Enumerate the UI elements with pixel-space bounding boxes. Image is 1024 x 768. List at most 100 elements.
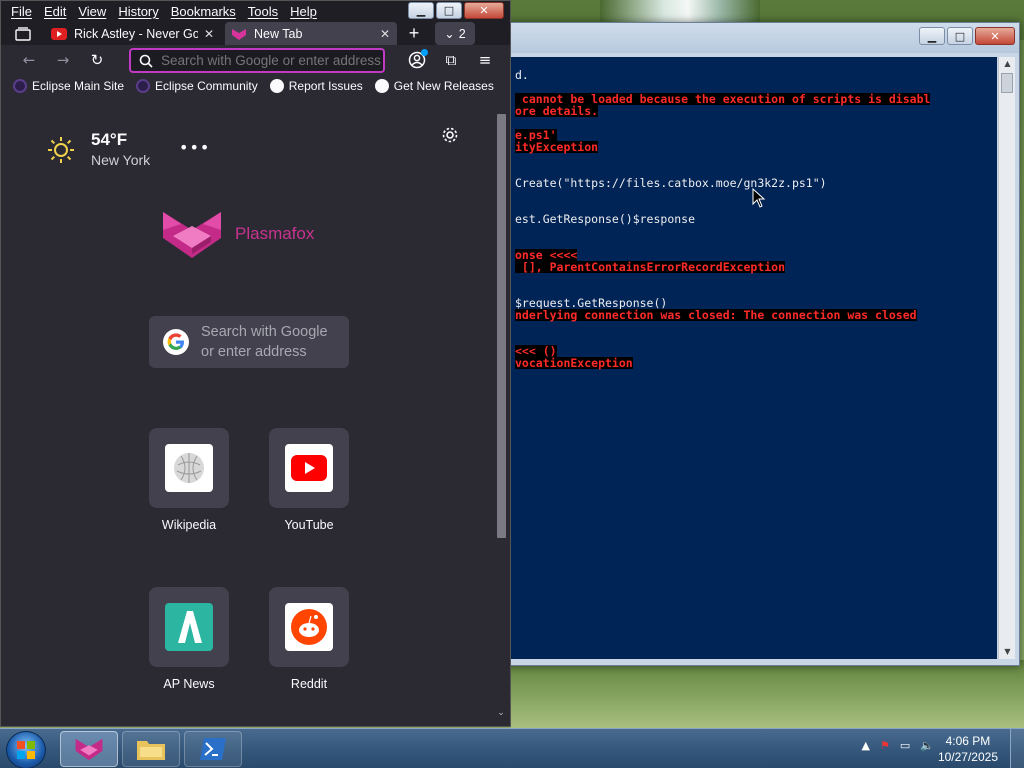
- menu-file[interactable]: File: [11, 4, 32, 19]
- console-error-line: ityException: [515, 140, 599, 154]
- page-scrollbar[interactable]: ⌄: [494, 112, 508, 718]
- new-tab-page: 54°F New York ••• Plasmafox Search with …: [1, 104, 510, 726]
- bookmark-eclipse-main-site[interactable]: Eclipse Main Site: [13, 79, 124, 93]
- wallpaper-foliage: [510, 658, 1024, 728]
- menu-bookmarks[interactable]: Bookmarks: [171, 4, 236, 19]
- browser-maximize-button[interactable]: □: [436, 2, 462, 19]
- youtube-icon: [285, 444, 333, 492]
- menu-tools[interactable]: Tools: [248, 4, 278, 19]
- mouse-cursor-icon: [752, 188, 766, 208]
- console-scrollbar[interactable]: ▲ ▼: [998, 57, 1015, 659]
- show-desktop-button[interactable]: [1010, 729, 1024, 768]
- network-icon[interactable]: ▭: [900, 739, 910, 752]
- puzzle-piece-icon: ⧉: [445, 51, 457, 69]
- tab-rick-astley[interactable]: Rick Astley - Never Gon ✕: [45, 22, 225, 45]
- app-menu-button[interactable]: ≡: [471, 48, 499, 72]
- taskbar: ▲ ⚑ ▭ 🔈 4:06 PM 10/27/2025: [0, 728, 1024, 768]
- tab-overview-icon: [15, 26, 31, 41]
- url-input[interactable]: [161, 53, 381, 68]
- reload-button[interactable]: ↻: [83, 48, 111, 72]
- powershell-console[interactable]: d. cannot be loaded because the executio…: [511, 57, 997, 659]
- bookmark-eclipse-community[interactable]: Eclipse Community: [136, 79, 258, 93]
- system-tray: ▲ ⚑ ▭ 🔈: [862, 739, 934, 752]
- search-placeholder: Search with Google or enter address: [201, 324, 328, 360]
- browser-window[interactable]: File Edit View History Bookmarks Tools H…: [0, 0, 511, 727]
- shortcut-label: Reddit: [290, 677, 328, 691]
- tab-close-icon[interactable]: ✕: [204, 27, 214, 41]
- bookmark-label: Eclipse Community: [155, 79, 258, 93]
- plasmafox-icon: [75, 738, 103, 761]
- tab-close-icon[interactable]: ✕: [380, 27, 390, 41]
- taskbar-plasmafox[interactable]: [60, 731, 118, 767]
- reload-icon: ↻: [90, 51, 104, 69]
- scroll-down-icon[interactable]: ▼: [999, 645, 1016, 659]
- url-bar[interactable]: [129, 48, 385, 73]
- notification-dot: [421, 49, 428, 56]
- tab-bar: Rick Astley - Never Gon ✕ New Tab ✕ + ⌄ …: [1, 22, 510, 45]
- scrollbar-thumb[interactable]: [497, 114, 506, 538]
- menu-history[interactable]: History: [118, 4, 158, 19]
- browser-close-button[interactable]: ✕: [464, 2, 504, 19]
- reddit-icon: [285, 603, 333, 651]
- start-button[interactable]: [6, 731, 46, 768]
- tab-overview-button[interactable]: [1, 22, 45, 45]
- bookmarks-toolbar: Eclipse Main Site Eclipse Community Repo…: [1, 75, 510, 97]
- bookmark-get-new-releases[interactable]: Get New Releases: [374, 79, 494, 93]
- scroll-down-icon[interactable]: ⌄: [494, 708, 508, 718]
- powershell-titlebar[interactable]: ▁ □ ✕: [501, 23, 1019, 53]
- tab-list-button[interactable]: ⌄ 2: [435, 22, 475, 45]
- powershell-window[interactable]: ▁ □ ✕ d. cannot be loaded because the ex…: [500, 22, 1020, 666]
- sun-icon: [48, 137, 74, 163]
- maximize-button[interactable]: □: [947, 27, 973, 45]
- show-hidden-icons-icon[interactable]: ▲: [862, 739, 870, 752]
- plasmafox-logo: Plasmafox: [161, 208, 314, 260]
- weather-temperature: 54°F: [91, 130, 128, 149]
- forward-arrow-icon: →: [56, 51, 70, 69]
- console-error-line: [], ParentContainsErrorRecordException: [515, 260, 786, 274]
- navigation-bar: ← → ↻ ⧉ ≡: [1, 45, 510, 75]
- new-tab-search-box[interactable]: Search with Google or enter address: [149, 316, 349, 368]
- scrollbar-thumb[interactable]: [1001, 73, 1013, 93]
- plasmafox-logo-icon: [163, 212, 221, 258]
- shortcut-label: AP News: [163, 677, 215, 691]
- scroll-up-icon[interactable]: ▲: [999, 57, 1016, 71]
- menu-help[interactable]: Help: [290, 4, 317, 19]
- bookmark-label: Report Issues: [288, 79, 363, 93]
- back-arrow-icon: ←: [22, 51, 36, 69]
- forward-button[interactable]: →: [49, 48, 77, 72]
- volume-muted-icon[interactable]: 🔈: [920, 739, 934, 752]
- close-button[interactable]: ✕: [975, 27, 1015, 45]
- system-clock[interactable]: 4:06 PM 10/27/2025: [938, 733, 998, 765]
- tab-count: 2: [458, 26, 466, 41]
- youtube-favicon-icon: [51, 26, 67, 42]
- menu-view[interactable]: View: [78, 4, 106, 19]
- taskbar-file-explorer[interactable]: [122, 731, 180, 767]
- menu-edit[interactable]: Edit: [44, 4, 66, 19]
- minimize-button[interactable]: ▁: [919, 27, 945, 45]
- weather-options-icon[interactable]: •••: [179, 138, 210, 157]
- shortcut-reddit[interactable]: Reddit: [269, 587, 349, 691]
- google-icon: [163, 329, 189, 355]
- action-center-flag-icon[interactable]: ⚑: [880, 739, 890, 752]
- bookmark-report-issues[interactable]: Report Issues: [269, 79, 363, 93]
- browser-minimize-button[interactable]: ▁: [408, 2, 434, 19]
- taskbar-powershell[interactable]: [184, 731, 242, 767]
- folder-icon: [137, 741, 165, 760]
- bookmark-label: Get New Releases: [393, 79, 494, 93]
- tab-label: Rick Astley - Never Gon: [74, 26, 198, 41]
- gear-icon[interactable]: [441, 126, 459, 144]
- hamburger-menu-icon: ≡: [478, 51, 492, 69]
- extensions-button[interactable]: ⧉: [437, 48, 465, 72]
- shortcut-youtube[interactable]: YouTube: [269, 428, 349, 532]
- console-error-line: ore details.: [515, 104, 599, 118]
- tab-new-tab[interactable]: New Tab ✕: [225, 22, 397, 45]
- powershell-icon: [200, 738, 226, 760]
- shortcut-wikipedia[interactable]: Wikipedia: [149, 428, 229, 532]
- shortcut-label: Wikipedia: [161, 518, 217, 532]
- console-output-line: Create("https://files.catbox.moe/gn3k2z.…: [515, 176, 827, 190]
- back-button[interactable]: ←: [15, 48, 43, 72]
- chevron-down-icon: ⌄: [444, 27, 455, 41]
- weather-widget[interactable]: 54°F New York: [47, 130, 150, 168]
- new-tab-button[interactable]: +: [397, 22, 431, 45]
- shortcut-ap-news[interactable]: AP News: [149, 587, 229, 691]
